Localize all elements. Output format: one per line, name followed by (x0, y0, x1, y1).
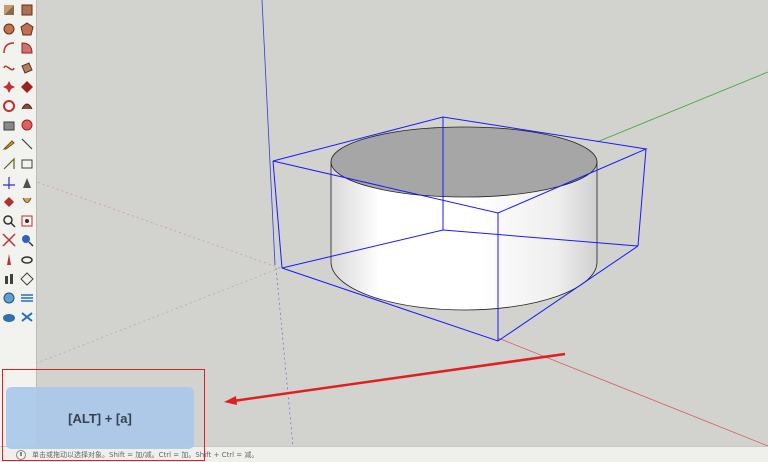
section-plane-tool-icon[interactable] (19, 271, 35, 287)
polygon-tool-icon[interactable] (19, 21, 35, 37)
zoom-extents-tool-icon[interactable] (1, 232, 17, 248)
scale-tool-icon[interactable] (19, 79, 35, 95)
protractor-tool-icon[interactable] (1, 156, 17, 172)
sandbox-stamp-tool-icon[interactable] (1, 309, 17, 325)
toolbar-row (1, 290, 35, 308)
offset-tool-icon[interactable] (1, 117, 17, 133)
red-axis-dotted (36, 181, 281, 269)
sandbox-drape-tool-icon[interactable] (19, 309, 35, 325)
sandbox-smooth-tool-icon[interactable] (19, 290, 35, 306)
pushpull-tool-icon[interactable] (19, 60, 35, 76)
toolbar-row (1, 252, 35, 270)
sketchup-window: 单击或拖动以选择对象。Shift = 加/减。Ctrl = 加。Shift + … (0, 0, 768, 462)
blue-axis-dotted (275, 267, 294, 447)
dimension-tool-icon[interactable] (19, 136, 35, 152)
toolbar-row (1, 194, 35, 212)
toolbar-row (1, 117, 35, 135)
rectangle-tool-icon[interactable] (19, 2, 35, 18)
annotation-highlight-box (2, 369, 205, 461)
red-axis-line (497, 337, 768, 447)
green-axis-line (596, 71, 768, 143)
toolbar-row (1, 175, 35, 193)
paint-tool-icon[interactable] (19, 117, 35, 133)
cylinder-top-face[interactable] (330, 126, 598, 198)
toolbar-row (1, 2, 35, 20)
move-tool-icon[interactable] (1, 79, 17, 95)
3dtext-tool-icon[interactable] (19, 175, 35, 191)
toolbar-row (1, 40, 35, 58)
freehand-tool-icon[interactable] (1, 60, 17, 76)
toolbar-row (1, 232, 35, 250)
text-tool-icon[interactable] (19, 156, 35, 172)
pan-tool-icon[interactable] (19, 194, 35, 210)
zoom-window-tool-icon[interactable] (19, 213, 35, 229)
toolbar-row (1, 156, 35, 174)
toolbar-row (1, 60, 35, 78)
toolbar-row (1, 136, 35, 154)
toolbar-row (1, 98, 35, 116)
green-axis-dotted (36, 267, 281, 364)
sandbox-tool-icon[interactable] (1, 290, 17, 306)
look-around-tool-icon[interactable] (19, 252, 35, 268)
zoom-tool-icon[interactable] (1, 213, 17, 229)
tape-tool-icon[interactable] (1, 136, 17, 152)
toolbar-row (1, 271, 35, 289)
axes-tool-icon[interactable] (1, 175, 17, 191)
walk-tool-icon[interactable] (1, 271, 17, 287)
select-tool-icon[interactable] (1, 2, 17, 18)
toolbar-row (1, 309, 35, 327)
arc-tool-icon[interactable] (1, 40, 17, 56)
blue-axis-line (261, 0, 276, 266)
toolbar-row (1, 21, 35, 39)
search-tool-icon[interactable] (19, 232, 35, 248)
rotate-tool-icon[interactable] (1, 98, 17, 114)
followme-tool-icon[interactable] (19, 98, 35, 114)
circle-tool-icon[interactable] (1, 21, 17, 37)
orbit-tool-icon[interactable] (1, 194, 17, 210)
toolbar-row (1, 213, 35, 231)
toolbar-row (1, 79, 35, 97)
position-camera-tool-icon[interactable] (1, 252, 17, 268)
pie-tool-icon[interactable] (19, 40, 35, 56)
